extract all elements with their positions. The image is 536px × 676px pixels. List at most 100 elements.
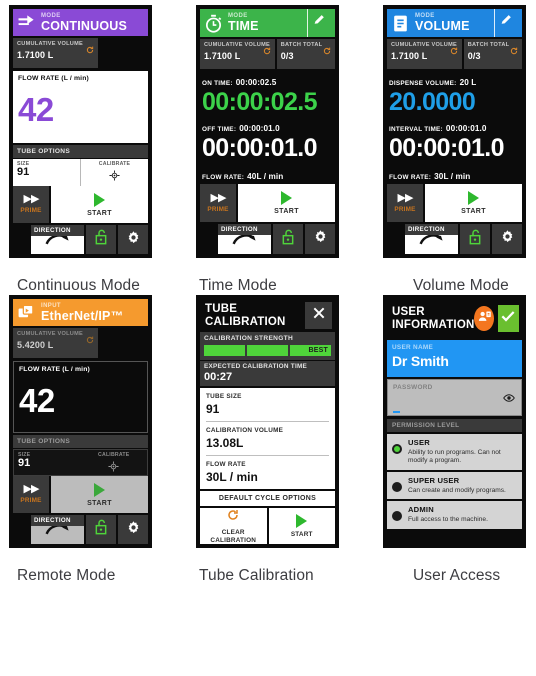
flow-rate-value: 42 xyxy=(18,91,54,129)
off-time-setpoint: 00:00:01.0 xyxy=(239,124,280,134)
off-time-value: 00:00:01.0 xyxy=(202,134,318,163)
edit-button[interactable] xyxy=(494,9,517,38)
reset-circular-arrow-icon[interactable] xyxy=(86,331,94,344)
dispense-volume-row[interactable]: DISPENSE VOLUME: 20 L 20.0000 xyxy=(387,72,522,115)
prime-label: PRIME xyxy=(20,497,42,505)
flow-rate-box[interactable]: FLOW RATE (L / min) 42 xyxy=(13,71,148,144)
lock-button[interactable] xyxy=(86,225,116,254)
play-triangle-icon xyxy=(468,191,479,206)
radio-button-icon[interactable] xyxy=(392,511,402,522)
reset-circular-arrow-icon[interactable] xyxy=(86,41,94,54)
mode-header-continuous[interactable]: MODE CONTINUOUS xyxy=(13,9,148,37)
show-password-eye-icon[interactable] xyxy=(503,391,515,409)
permission-option-super-user[interactable]: SUPER USER Can create and modify program… xyxy=(387,471,522,500)
input-value: EtherNet/IP™ xyxy=(41,308,124,323)
start-button[interactable]: START xyxy=(238,184,335,223)
mode-header-volume[interactable]: MODE VOLUME xyxy=(387,9,522,38)
lock-button[interactable] xyxy=(460,224,490,254)
start-button[interactable]: START xyxy=(51,186,148,224)
tube-size-value: 91 xyxy=(206,402,220,416)
tube-size-cell[interactable]: SIZE 91 xyxy=(13,159,80,186)
device-screen-continuous: MODE CONTINUOUS CUMULATIVE VOLUME 1.7100… xyxy=(9,5,152,258)
unlocked-padlock-icon xyxy=(94,229,108,250)
calibration-action-row: CLEAR CALIBRATION START xyxy=(200,508,335,544)
start-calibration-button[interactable]: START xyxy=(268,508,335,544)
settings-button[interactable] xyxy=(305,224,335,254)
flow-rate-value: 30L / min xyxy=(434,172,471,182)
prime-button[interactable]: ▶▶ PRIME xyxy=(13,186,49,224)
batch-total-tile[interactable]: BATCH TOTAL 0/3 xyxy=(463,39,522,70)
edit-button[interactable] xyxy=(307,9,330,38)
flow-rate-field[interactable]: FLOW RATE 30L / min xyxy=(206,456,329,489)
gear-icon xyxy=(126,520,141,540)
start-button: START xyxy=(51,476,148,514)
fast-forward-icon: ▶▶ xyxy=(397,191,414,204)
radio-button-icon[interactable] xyxy=(392,481,402,492)
radio-button-selected-icon[interactable] xyxy=(392,444,402,454)
bottom-row: DIRECTION xyxy=(13,515,148,544)
flow-rate-label: FLOW RATE (L / min) xyxy=(19,366,90,374)
confirm-button[interactable] xyxy=(497,305,519,332)
start-label: START xyxy=(274,208,299,216)
panel-user-access: USER INFORMATION USER NAME Dr Smith PASS xyxy=(383,295,536,585)
input-header-remote[interactable]: INPUT EtherNet/IP™ xyxy=(13,299,148,327)
dispense-volume-label: DISPENSE VOLUME: xyxy=(389,80,457,88)
play-triangle-icon xyxy=(94,482,105,497)
interval-time-row[interactable]: INTERVAL TIME: 00:00:01.0 00:00:01.0 xyxy=(387,118,522,161)
permission-option-admin[interactable]: ADMIN Full access to the machine. xyxy=(387,501,522,529)
play-triangle-icon xyxy=(94,192,105,207)
lock-button[interactable] xyxy=(273,224,303,254)
direction-button[interactable]: DIRECTION xyxy=(31,225,84,254)
flow-rate-row[interactable]: FLOW RATE: 40L / min xyxy=(200,166,335,184)
caption-time: Time Mode xyxy=(199,277,277,294)
permission-description: Can create and modify programs. xyxy=(408,486,506,494)
play-triangle-icon xyxy=(296,513,308,528)
direction-button[interactable]: DIRECTION xyxy=(218,224,271,254)
settings-button[interactable] xyxy=(492,224,522,254)
lock-button[interactable] xyxy=(86,515,116,544)
calibration-volume-field[interactable]: CALIBRATION VOLUME 13.08L xyxy=(206,422,329,456)
clear-calibration-button[interactable]: CLEAR CALIBRATION xyxy=(200,508,267,544)
caption-user-access: User Access xyxy=(413,567,501,584)
flow-rate-row[interactable]: FLOW RATE: 30L / min xyxy=(387,166,522,184)
reset-circular-arrow-icon[interactable] xyxy=(450,42,458,55)
user-name-field[interactable]: USER NAME Dr Smith xyxy=(387,340,522,377)
prime-button[interactable]: ▶▶ PRIME xyxy=(200,184,236,223)
on-time-row[interactable]: ON TIME: 00:00:02.5 00:00:02.5 xyxy=(200,72,335,115)
settings-button[interactable] xyxy=(118,515,148,544)
reset-circular-arrow-icon[interactable] xyxy=(263,42,271,55)
off-time-row[interactable]: OFF TIME: 00:00:01.0 00:00:01.0 xyxy=(200,118,335,161)
close-button[interactable] xyxy=(305,302,332,329)
strength-bar-3: BEST xyxy=(290,345,331,356)
permission-option-user[interactable]: USER Ability to run programs. Can not mo… xyxy=(387,434,522,470)
pencil-icon xyxy=(500,14,513,32)
flow-rate-box: FLOW RATE (L / min) 42 xyxy=(13,361,148,434)
direction-button: DIRECTION xyxy=(31,515,84,544)
cumulative-volume-tile[interactable]: CUMULATIVE VOLUME 1.7100 L xyxy=(13,38,98,69)
start-button[interactable]: START xyxy=(425,184,522,223)
expected-time-section: EXPECTED CALIBRATION TIME 00:27 xyxy=(200,361,335,386)
cumulative-volume-tile[interactable]: CUMULATIVE VOLUME 1.7100 L xyxy=(200,39,275,70)
pencil-icon xyxy=(313,14,326,32)
mode-label: MODE xyxy=(41,12,61,19)
calibrate-cell[interactable]: CALIBRATE xyxy=(80,159,148,187)
calibration-title: TUBE CALIBRATION xyxy=(205,302,286,328)
action-row: ▶▶ PRIME START xyxy=(387,184,522,223)
start-label: START xyxy=(87,209,112,217)
tube-size-field[interactable]: TUBE SIZE 91 xyxy=(206,388,329,422)
password-field[interactable]: PASSWORD xyxy=(387,379,522,416)
add-user-button[interactable] xyxy=(474,306,494,331)
default-cycle-options-button[interactable]: DEFAULT CYCLE OPTIONS xyxy=(200,491,335,506)
mode-header-time[interactable]: MODE TIME xyxy=(200,9,335,38)
device-screen-remote: INPUT EtherNet/IP™ CUMULATIVE VOLUME 5.4… xyxy=(9,295,152,548)
device-screen-user: USER INFORMATION USER NAME Dr Smith PASS xyxy=(383,295,526,548)
batch-total-tile[interactable]: BATCH TOTAL 0/3 xyxy=(276,39,335,70)
reset-circular-arrow-icon[interactable] xyxy=(510,42,518,55)
cumulative-volume-tile[interactable]: CUMULATIVE VOLUME 1.7100 L xyxy=(387,39,462,70)
settings-button[interactable] xyxy=(118,225,148,254)
direction-button[interactable]: DIRECTION xyxy=(405,224,458,254)
reset-circular-arrow-icon[interactable] xyxy=(323,42,331,55)
cumulative-volume-tile[interactable]: CUMULATIVE VOLUME 5.4200 L xyxy=(13,328,98,359)
action-row: ▶▶ PRIME START xyxy=(200,184,335,223)
prime-button[interactable]: ▶▶ PRIME xyxy=(387,184,423,223)
